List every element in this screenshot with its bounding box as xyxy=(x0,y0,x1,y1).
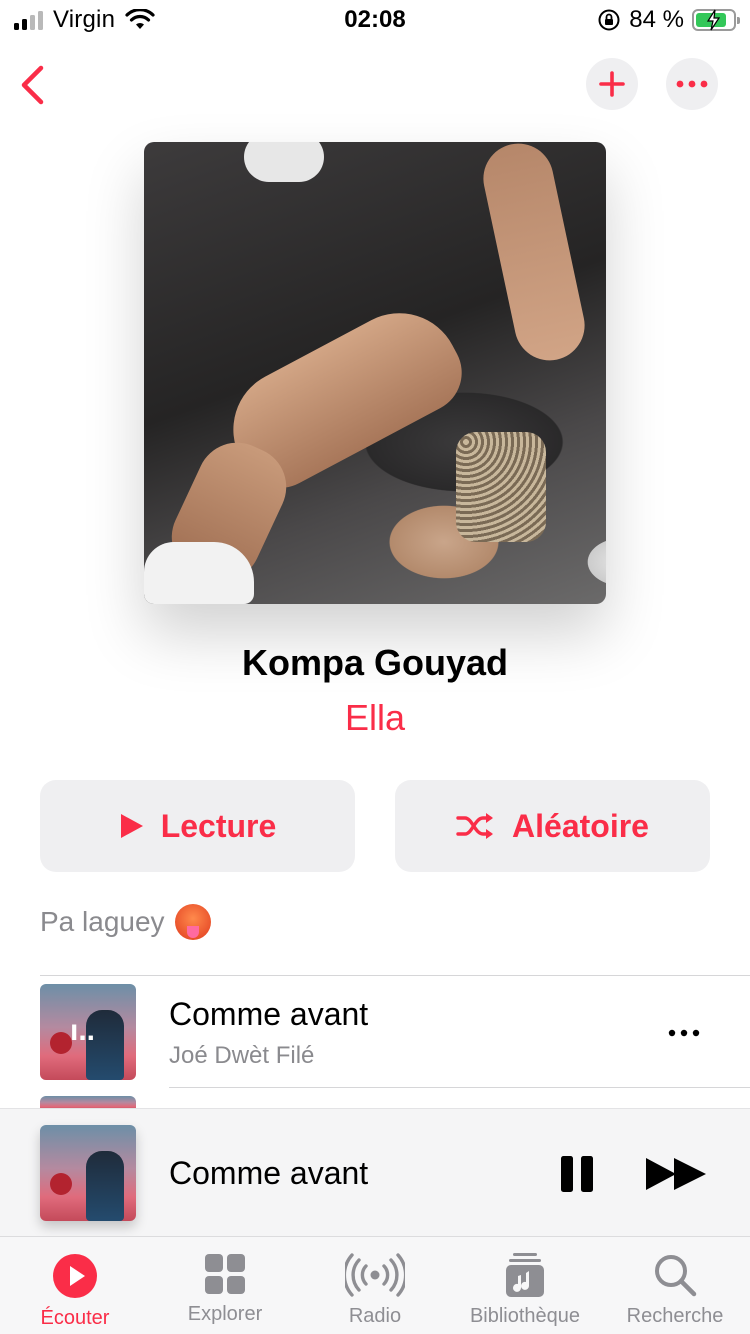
tab-explore[interactable]: Explorer xyxy=(150,1237,300,1334)
track-artist: Joé Dwèt Filé xyxy=(169,1042,315,1069)
radio-waves-icon xyxy=(345,1253,405,1297)
next-track-button[interactable] xyxy=(640,1149,712,1199)
plus-icon xyxy=(599,71,625,97)
tab-library-label: Bibliothèque xyxy=(469,1305,581,1327)
fast-forward-icon xyxy=(646,1158,706,1190)
track-row[interactable]: ı.. Comme avant Joé Dwèt Filé xyxy=(40,984,750,1080)
tab-listen-label: Écouter xyxy=(40,1307,110,1329)
library-icon xyxy=(506,1253,544,1297)
orientation-lock-icon xyxy=(598,9,620,31)
tab-library[interactable]: Bibliothèque xyxy=(450,1237,600,1334)
search-icon xyxy=(655,1255,697,1297)
play-button-label: Lecture xyxy=(160,807,277,844)
hot-face-emoji-icon xyxy=(174,904,211,940)
play-circle-icon xyxy=(53,1254,97,1298)
status-right: 84 % xyxy=(597,6,740,34)
grid-icon xyxy=(205,1254,245,1294)
tab-radio[interactable]: Radio xyxy=(300,1237,450,1334)
tab-explore-label: Explorer xyxy=(187,1303,263,1325)
tab-radio-label: Radio xyxy=(348,1305,402,1327)
tab-search-label: Recherche xyxy=(626,1305,724,1327)
battery-percentage: 84 % xyxy=(629,6,684,33)
list-divider-bottom xyxy=(169,1087,750,1088)
ellipsis-icon xyxy=(668,1029,700,1037)
track-title: Comme avant xyxy=(169,996,369,1032)
mini-player-title: Comme avant xyxy=(169,1155,369,1191)
back-button[interactable] xyxy=(12,60,52,110)
playlist-artwork xyxy=(144,142,606,604)
play-icon xyxy=(120,814,143,838)
status-bar: Virgin 02:08 84 % xyxy=(0,0,750,42)
list-divider-top xyxy=(40,975,750,976)
shuffle-button[interactable]: Aléatoire xyxy=(395,780,710,872)
tab-listen[interactable]: Écouter xyxy=(0,1237,150,1334)
playlist-curator-link[interactable]: Ella xyxy=(0,697,750,739)
pause-button[interactable] xyxy=(552,1149,602,1199)
mini-player-artwork xyxy=(40,1125,136,1221)
shuffle-button-label: Aléatoire xyxy=(512,807,649,844)
chevron-left-icon xyxy=(21,65,44,105)
playlist-title: Kompa Gouyad xyxy=(241,642,509,683)
track-artwork: ı.. xyxy=(40,984,136,1080)
tab-search[interactable]: Recherche xyxy=(600,1237,750,1334)
mini-player[interactable]: Comme avant xyxy=(0,1108,750,1236)
more-options-button[interactable] xyxy=(666,58,718,110)
battery-icon xyxy=(692,9,740,31)
add-button[interactable] xyxy=(586,58,638,110)
playlist-description: Pa laguey xyxy=(40,904,211,940)
playlist-description-text: Pa laguey xyxy=(40,906,165,937)
tab-bar: Écouter Explorer Radio Bibliothèque Rech… xyxy=(0,1236,750,1334)
ellipsis-icon xyxy=(676,80,708,88)
track-more-button[interactable] xyxy=(664,1018,704,1048)
pause-icon xyxy=(561,1156,593,1192)
play-button[interactable]: Lecture xyxy=(40,780,355,872)
now-playing-indicator-icon: ı.. xyxy=(70,1014,96,1047)
shuffle-icon xyxy=(456,813,494,839)
